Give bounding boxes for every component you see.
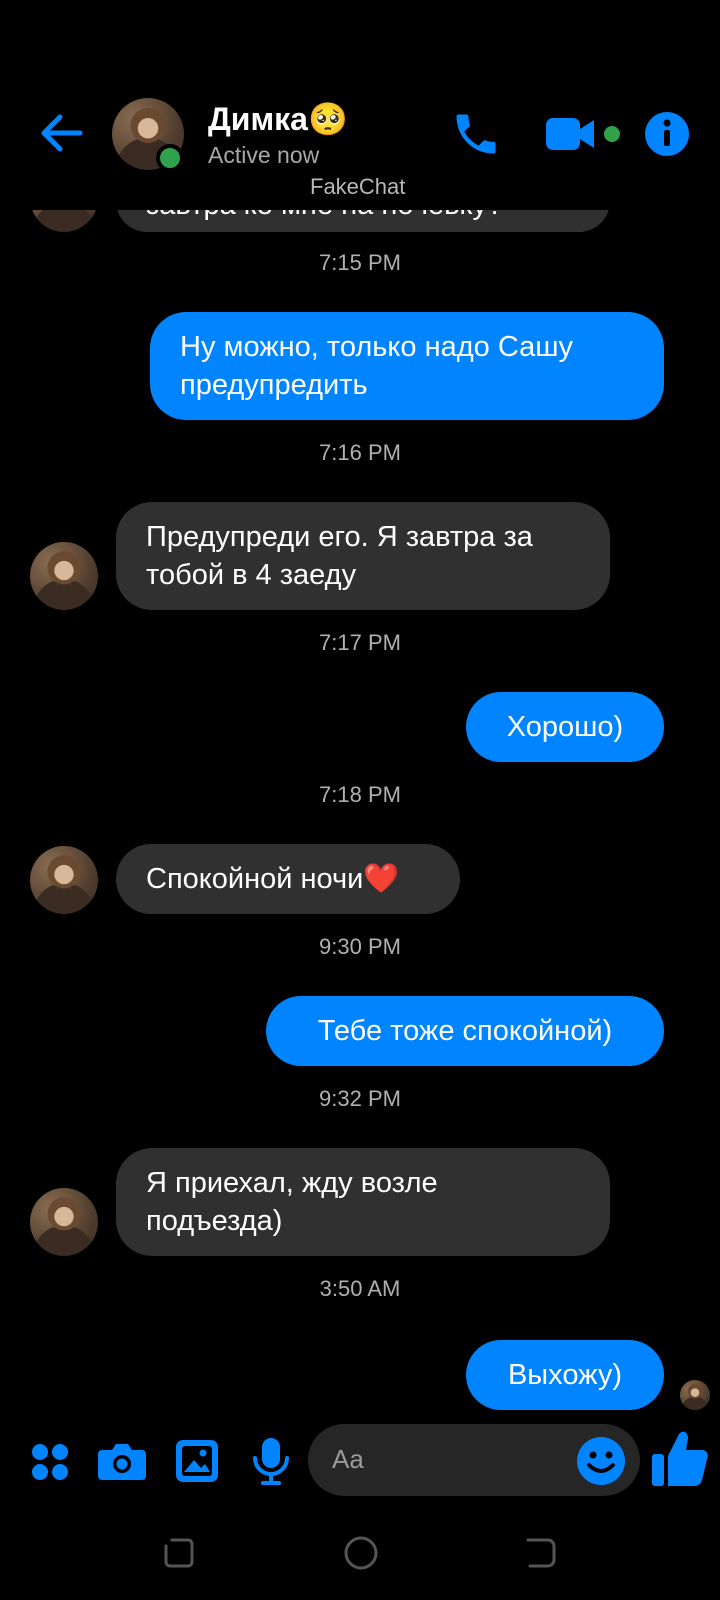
emoji-icon[interactable] [576,1436,626,1486]
message-bubble-outgoing[interactable]: Выхожу) [466,1340,664,1410]
message-timestamp: 7:18 PM [319,782,401,807]
back-nav-icon[interactable] [524,1536,558,1570]
message-timestamp: 7:16 PM [319,440,401,465]
phone-icon[interactable] [450,108,502,160]
contact-status: Active now [208,142,320,168]
message-bubble-incoming[interactable]: Спокойной ночи❤️ [116,844,460,914]
message-bubble-outgoing[interactable]: Ну можно, только надо Сашу предупредить [150,312,664,420]
message-bubble-incoming[interactable]: Предупреди его. Я завтра за тобой в 4 за… [116,502,610,610]
contact-avatar-small [30,1188,98,1256]
message-timestamp: 9:32 PM [319,1086,401,1111]
video-camera-icon[interactable] [544,114,598,154]
watermark: FakeChat [310,174,406,199]
message-bubble-outgoing[interactable]: Тебе тоже спокойной) [266,996,664,1066]
message-timestamp: 7:17 PM [319,630,401,655]
chat-header: Димка🥺 Active now FakeChat [0,80,720,210]
message-input[interactable]: Aa [308,1424,640,1496]
camera-icon[interactable] [98,1440,146,1482]
video-active-dot [604,126,620,142]
contact-name[interactable]: Димка🥺 [208,100,348,138]
microphone-icon[interactable] [250,1436,292,1486]
back-arrow-icon[interactable] [38,113,84,153]
message-input-placeholder: Aa [332,1444,364,1474]
message-bubble-incoming[interactable]: Я приехал, жду возле подъезда) [116,1148,610,1256]
message-timestamp: 3:50 AM [319,1276,401,1301]
message-bubble-outgoing[interactable]: Хорошо) [466,692,664,762]
apps-icon[interactable] [30,1442,70,1482]
read-receipt-avatar [680,1380,710,1410]
message-timestamp: 7:15 PM [319,250,401,275]
contact-avatar-small [30,542,98,610]
message-timestamp: 9:30 PM [319,934,401,959]
thumbs-up-icon[interactable] [650,1428,710,1490]
home-icon[interactable] [342,1534,380,1572]
contact-avatar-small [30,846,98,914]
online-indicator [156,144,184,172]
gallery-icon[interactable] [174,1438,220,1484]
info-icon[interactable] [644,111,690,157]
recent-apps-icon[interactable] [162,1536,196,1570]
